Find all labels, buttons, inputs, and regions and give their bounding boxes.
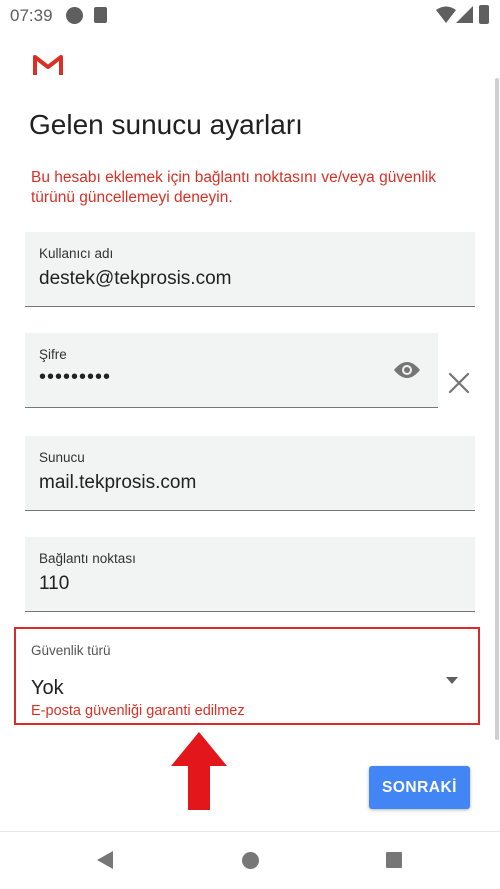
dropdown-arrow-icon[interactable] (446, 677, 458, 684)
wifi-icon (436, 6, 456, 23)
username-value: destek@tekprosis.com (39, 268, 232, 289)
security-type-value: Yok (31, 677, 64, 699)
scrollbar[interactable] (495, 78, 499, 740)
username-field[interactable]: Kullanıcı adı destek@tekprosis.com (25, 232, 475, 307)
server-label: Sunucu (39, 450, 85, 465)
security-type-label: Güvenlik türü (31, 643, 111, 658)
home-icon[interactable] (242, 852, 259, 869)
server-field[interactable]: Sunucu mail.tekprosis.com (25, 436, 475, 511)
error-message: Bu hesabı eklemek için bağlantı noktasın… (31, 169, 436, 206)
battery-icon (479, 5, 489, 24)
next-button[interactable]: SONRAKİ (369, 766, 470, 809)
page-title: Gelen sunucu ayarları (29, 109, 303, 140)
password-label: Şifre (39, 347, 67, 362)
status-time: 07:39 (10, 6, 53, 25)
server-value: mail.tekprosis.com (39, 472, 197, 493)
security-helper-text: E-posta güvenliği garanti edilmez (31, 703, 245, 719)
status-sd-icon (94, 7, 107, 23)
password-value: ••••••••• (39, 366, 112, 388)
security-type-select[interactable]: Güvenlik türü Yok E-posta güvenliği gara… (14, 627, 480, 725)
port-label: Bağlantı noktası (39, 551, 136, 566)
nav-divider (0, 831, 500, 832)
port-field[interactable]: Bağlantı noktası 110 (25, 537, 475, 612)
recents-icon[interactable] (386, 852, 402, 868)
gmail-logo-icon (33, 55, 63, 75)
eye-icon[interactable] (393, 360, 421, 380)
status-app-icon (66, 7, 83, 24)
port-value: 110 (39, 573, 70, 594)
password-field[interactable]: Şifre ••••••••• (25, 333, 438, 408)
back-icon[interactable] (96, 850, 114, 870)
signal-icon (456, 6, 473, 23)
red-arrow-icon (171, 732, 227, 810)
username-label: Kullanıcı adı (39, 246, 114, 261)
clear-icon[interactable] (447, 371, 471, 395)
